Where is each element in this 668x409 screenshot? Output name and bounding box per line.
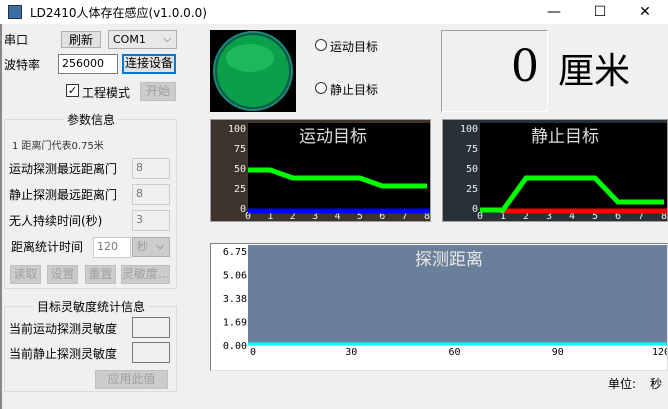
baud-label: 波特率 xyxy=(4,58,41,72)
y-tick-label: 75 xyxy=(234,144,246,155)
refresh-button[interactable]: 刷新 xyxy=(61,31,101,48)
read-button[interactable]: 读取 xyxy=(10,265,41,284)
port-value: COM1 xyxy=(113,33,146,46)
maximize-button[interactable]: ☐ xyxy=(577,0,623,24)
x-tick-label: 0 xyxy=(250,347,256,358)
x-tick-label: 60 xyxy=(448,347,460,358)
motion-gate-input[interactable]: 8 xyxy=(132,158,170,179)
stat-unit-select[interactable]: 秒 ⌵ xyxy=(132,237,170,257)
engineering-mode-checkbox[interactable]: ✓ xyxy=(66,84,79,97)
motion-gate-label: 运动探测最远距离门 xyxy=(9,162,118,176)
motion-target-radio[interactable] xyxy=(315,39,327,51)
app-icon xyxy=(8,5,22,19)
distance-display: 0 xyxy=(441,30,548,112)
motion-sens-label: 当前运动探测灵敏度 xyxy=(9,322,118,336)
motion-target-label: 运动目标 xyxy=(330,40,379,54)
y-tick-label: 100 xyxy=(228,124,246,135)
minimize-button[interactable]: — xyxy=(531,0,577,24)
distance-chart: 6.75 5.06 3.38 1.69 0.000 30 60 90 120 探测距离 xyxy=(210,243,668,371)
y-tick-label: 3.38 xyxy=(223,294,247,305)
chevron-down-icon: ⌵ xyxy=(156,241,164,252)
nobody-duration-label: 无人持续时间(秒) xyxy=(9,214,103,228)
left-edge xyxy=(0,24,2,409)
static-target-radio[interactable] xyxy=(315,82,327,94)
x-tick-label: 30 xyxy=(345,347,357,358)
y-tick-label: 100 xyxy=(460,124,478,135)
close-button[interactable]: ✕ xyxy=(622,0,668,24)
y-tick-label: 25 xyxy=(234,184,246,195)
static-chart-title: 静止目标 xyxy=(531,127,599,147)
led-icon xyxy=(213,31,293,111)
motion-chart: 100 75 50 25 0 0 1 2 3 4 5 6 7 8 运动目标 xyxy=(210,119,431,222)
static-gate-label: 静止探测最远距离门 xyxy=(9,188,118,202)
sensitivity-group-title: 目标灵敏度统计信息 xyxy=(34,298,149,315)
x-tick-label: 120 xyxy=(652,347,667,358)
static-sens-label: 当前静止探测灵敏度 xyxy=(9,347,118,361)
sensitivity-button[interactable]: 灵敏度... xyxy=(121,265,170,284)
y-tick-label: 50 xyxy=(466,164,478,175)
window-title: LD2410人体存在感应(v1.0.0.0) xyxy=(30,6,207,20)
chevron-down-icon: ⌵ xyxy=(163,34,171,45)
distance-unit: 厘米 xyxy=(558,51,631,92)
motion-sens-field xyxy=(132,317,170,338)
engineering-mode-label: 工程模式 xyxy=(82,86,131,100)
y-tick-label: 50 xyxy=(234,164,246,175)
distance-chart-title: 探测距离 xyxy=(415,250,483,270)
y-tick-label: 0.00 xyxy=(223,341,247,352)
start-button[interactable]: 开始 xyxy=(140,82,176,101)
title-bar: LD2410人体存在感应(v1.0.0.0) — ☐ ✕ xyxy=(0,0,668,24)
apply-button[interactable]: 应用此值 xyxy=(95,370,168,389)
port-label: 串口 xyxy=(4,33,29,47)
static-sens-field xyxy=(132,342,170,363)
status-led xyxy=(210,30,296,112)
connect-button[interactable]: 连接设备 xyxy=(122,54,176,74)
params-group-title: 参数信息 xyxy=(64,111,119,128)
y-tick-label: 25 xyxy=(466,184,478,195)
static-gate-input[interactable]: 8 xyxy=(132,184,170,205)
distance-value: 0 xyxy=(511,41,539,92)
unit-label: 单位: xyxy=(608,377,637,391)
set-button[interactable]: 设置 xyxy=(47,265,78,284)
gate-note: 1 距离门代表0.75米 xyxy=(12,141,104,152)
y-tick-label: 75 xyxy=(466,144,478,155)
motion-chart-title: 运动目标 xyxy=(299,127,367,147)
port-select[interactable]: COM1 ⌵ xyxy=(108,30,177,49)
unit-value: 秒 xyxy=(650,377,663,391)
y-tick-label: 6.75 xyxy=(223,247,247,258)
nobody-duration-input[interactable]: 3 xyxy=(132,210,170,231)
stat-unit-value: 秒 xyxy=(137,240,148,253)
reset-button[interactable]: 重置 xyxy=(85,265,116,284)
stat-time-input[interactable]: 120 xyxy=(93,237,131,258)
y-tick-label: 5.06 xyxy=(223,271,247,282)
baud-input[interactable]: 256000 xyxy=(58,54,118,74)
y-tick-label: 1.69 xyxy=(223,317,247,328)
static-target-label: 静止目标 xyxy=(330,83,379,97)
stat-time-label: 距离统计时间 xyxy=(11,240,84,254)
static-chart: 100 75 50 25 0 0 1 2 3 4 5 6 7 8 静止目标 xyxy=(442,119,668,222)
x-tick-label: 90 xyxy=(552,347,564,358)
